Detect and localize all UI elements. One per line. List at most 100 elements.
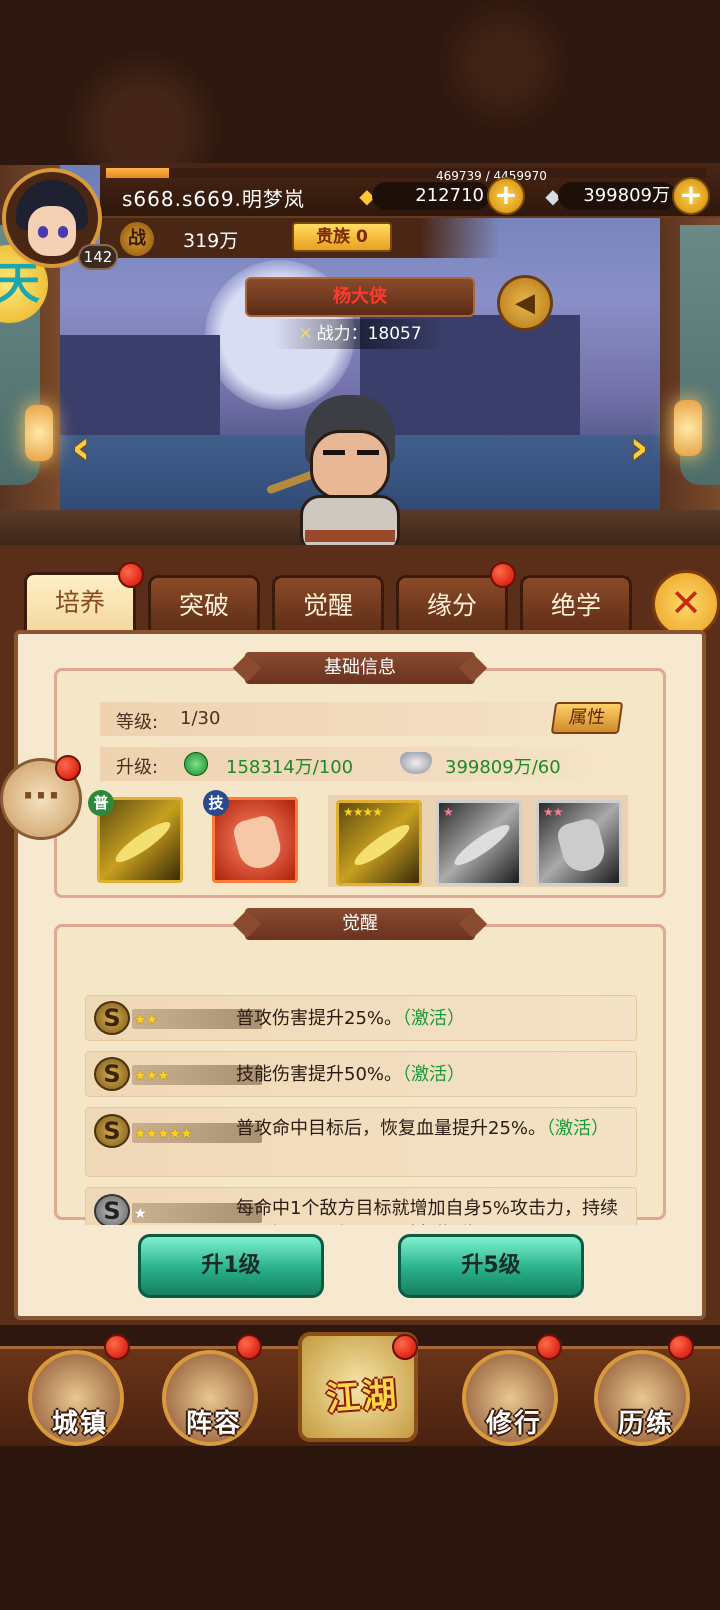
awaken-desc-text: 普攻命中目标后，恢复血量提升25%。 [236, 1118, 547, 1139]
wing-icon: ✕ [298, 324, 313, 344]
level-up-5-button[interactable]: 升5级 [398, 1234, 584, 1298]
noble-badge[interactable]: 贵族 0 [292, 222, 392, 252]
awaken-s-icon-locked: S [94, 1194, 130, 1225]
awaken-desc-text: 普攻伤害提升25%。 [236, 1008, 403, 1029]
nav-town-label: 城镇 [51, 1409, 108, 1439]
chat-reddot [55, 755, 81, 781]
awaken-desc-text: 技能伤害提升50%。 [236, 1064, 403, 1085]
awaken-stars: ★★★★★ [134, 1126, 193, 1142]
nav-lineup[interactable]: 阵容 [162, 1350, 258, 1446]
awaken-stars: ★★★ [134, 1068, 170, 1084]
awaken-desc: 普攻伤害提升25%。（激活） [236, 1006, 465, 1032]
skill-upgrade-1[interactable]: ★★★★ [336, 800, 422, 886]
active-skill-tag: 技 [203, 790, 229, 816]
nav-town-reddot [104, 1334, 130, 1360]
hero-belt [305, 530, 395, 542]
nav-jianghu-label: 江湖 [324, 1374, 400, 1420]
awaken-stars: ★★ [134, 1012, 158, 1028]
leaf-icon [350, 819, 414, 871]
awaken-status: （激活） [546, 1118, 610, 1139]
nav-training-reddot [668, 1334, 694, 1360]
attribute-button[interactable]: 属性 [550, 702, 624, 734]
exp-text: 469739 / 4459970 [436, 169, 547, 183]
player-name: s668.s669.明梦岚 [122, 187, 305, 211]
avatar-skin [28, 206, 76, 256]
voice-button[interactable]: ◀ [497, 275, 553, 331]
skill-coin-icon [184, 752, 208, 776]
awaken-row-locked: S ★ 每命中1个敌方目标就增加自身5%攻击力，持续2回合，可叠加20层（未激活… [85, 1187, 637, 1225]
silver-amount: 399809万 [558, 182, 676, 210]
silver-cost: 399809万/60 [445, 757, 561, 778]
prev-hero-arrow[interactable]: ‹ [64, 420, 98, 474]
player-level: 142 [78, 244, 118, 270]
tab-ultimate[interactable]: 绝学 [520, 575, 632, 635]
nav-practice-label: 修行 [485, 1409, 542, 1439]
nav-training[interactable]: 历练 [594, 1350, 690, 1446]
nav-practice-reddot [536, 1334, 562, 1360]
avatar-eye-right [58, 226, 68, 238]
next-hero-arrow[interactable]: › [622, 420, 656, 474]
leaf-icon [111, 816, 175, 868]
battle-icon: 战 [120, 222, 154, 256]
awaken-s-icon: S [94, 1001, 130, 1035]
level-value: 1/30 [180, 708, 221, 729]
hero-brow-left [323, 450, 345, 455]
level-up-1-button[interactable]: 升1级 [138, 1234, 324, 1298]
exp-bar-fill [106, 168, 169, 178]
add-silver-button[interactable]: + [672, 177, 710, 215]
awaken-status: （激活） [402, 1008, 466, 1029]
nav-training-label: 历练 [617, 1409, 674, 1439]
hero-power-text: 战力：18057 [316, 324, 422, 344]
level-label: 等级: [116, 712, 159, 733]
close-button[interactable]: ✕ [652, 570, 720, 638]
tab-cultivate-reddot [118, 562, 144, 588]
tab-awaken[interactable]: 觉醒 [272, 575, 384, 635]
skill-upgrade-3[interactable]: ★★ [536, 800, 622, 886]
awaken-stars: ★ [134, 1206, 147, 1222]
skill-upgrade-3-stars: ★★ [543, 805, 563, 819]
upgrade-label: 升级: [116, 757, 159, 778]
awaken-s-icon: S [94, 1114, 130, 1148]
tab-fate-reddot [490, 562, 516, 588]
skill-upgrade-2[interactable]: ★ [436, 800, 522, 886]
skill-upgrade-2-stars: ★ [443, 805, 454, 819]
awaken-title: 觉醒 [245, 908, 475, 940]
awaken-status: （激活） [402, 1064, 466, 1085]
nav-jianghu-reddot [392, 1334, 418, 1360]
awaken-desc: 技能伤害提升50%。（激活） [236, 1062, 465, 1088]
add-gold-button[interactable]: + [487, 177, 525, 215]
lantern-right [674, 400, 702, 456]
lantern-left [25, 405, 53, 461]
hero-name: 杨大侠 [245, 277, 475, 317]
skill-upgrade-1-stars: ★★★★ [343, 805, 383, 819]
normal-skill-tag: 普 [88, 790, 114, 816]
awaken-row: S ★★ 普攻伤害提升25%。（激活） [85, 995, 637, 1041]
awaken-desc: 普攻命中目标后，恢复血量提升25%。（激活） [236, 1116, 626, 1142]
gold-amount: 212710 [372, 182, 490, 210]
speaker-icon: ◀ [515, 288, 535, 318]
leaf-icon [450, 819, 514, 871]
basic-info-title: 基础信息 [245, 652, 475, 684]
avatar-face [16, 180, 88, 260]
awaken-desc-text: 每命中1个敌方目标就增加自身5%攻击力，持续2回合，可叠加20层（未激活） [236, 1198, 619, 1225]
awaken-s-icon: S [94, 1057, 130, 1091]
battle-power: 319万 [183, 230, 239, 252]
bottom-backdrop [0, 1446, 720, 1610]
level-row-bg [100, 702, 620, 736]
hero-face [310, 430, 390, 500]
nav-practice[interactable]: 修行 [462, 1350, 558, 1446]
palm-icon [555, 816, 609, 876]
awaken-list[interactable]: S ★★ 普攻伤害提升25%。（激活） S ★★★ 技能伤害提升50%。（激活）… [85, 995, 637, 1225]
hero-brow-right [357, 450, 379, 455]
nav-lineup-reddot [236, 1334, 262, 1360]
nav-town[interactable]: 城镇 [28, 1350, 124, 1446]
hero-power: ✕ 战力：18057 [275, 319, 445, 349]
nav-lineup-label: 阵容 [185, 1409, 242, 1439]
awaken-desc: 每命中1个敌方目标就增加自身5%攻击力，持续2回合，可叠加20层（未激活） [236, 1196, 626, 1225]
exp-bar: 469739 / 4459970 [106, 168, 706, 183]
avatar-eye-left [38, 226, 48, 238]
palm-icon [231, 813, 285, 873]
awaken-row: S ★★★★★ 普攻命中目标后，恢复血量提升25%。（激活） [85, 1107, 637, 1177]
tab-fate[interactable]: 缘分 [396, 575, 508, 635]
tab-breakthrough[interactable]: 突破 [148, 575, 260, 635]
